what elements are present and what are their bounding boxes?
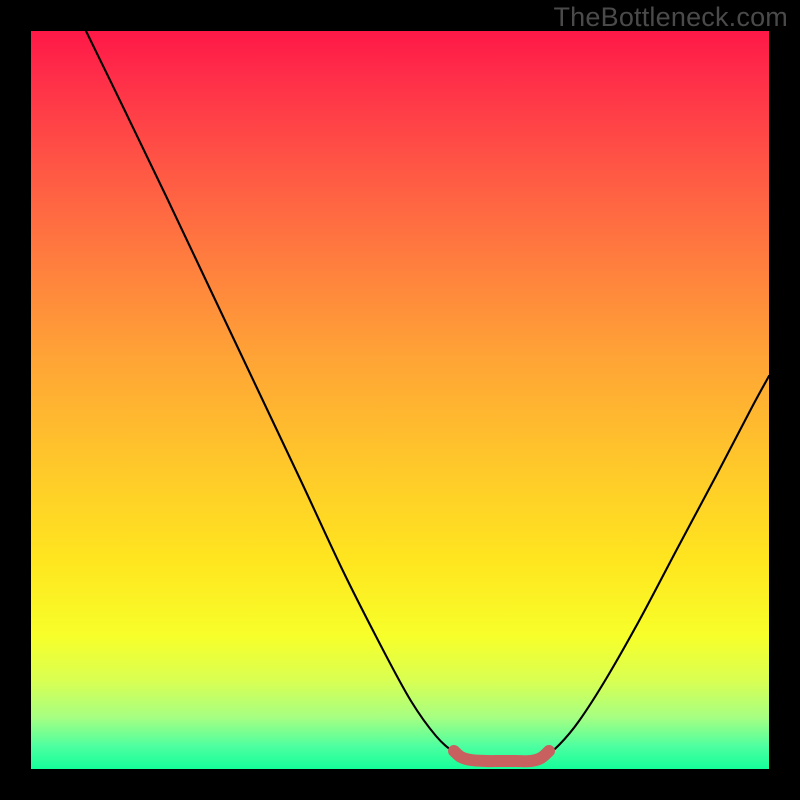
bottleneck-curve [86,31,769,761]
chart-frame: TheBottleneck.com [0,0,800,800]
watermark-text: TheBottleneck.com [553,2,788,33]
valley-marker [454,751,549,761]
plot-area [31,31,769,769]
overlay-svg [31,31,769,769]
